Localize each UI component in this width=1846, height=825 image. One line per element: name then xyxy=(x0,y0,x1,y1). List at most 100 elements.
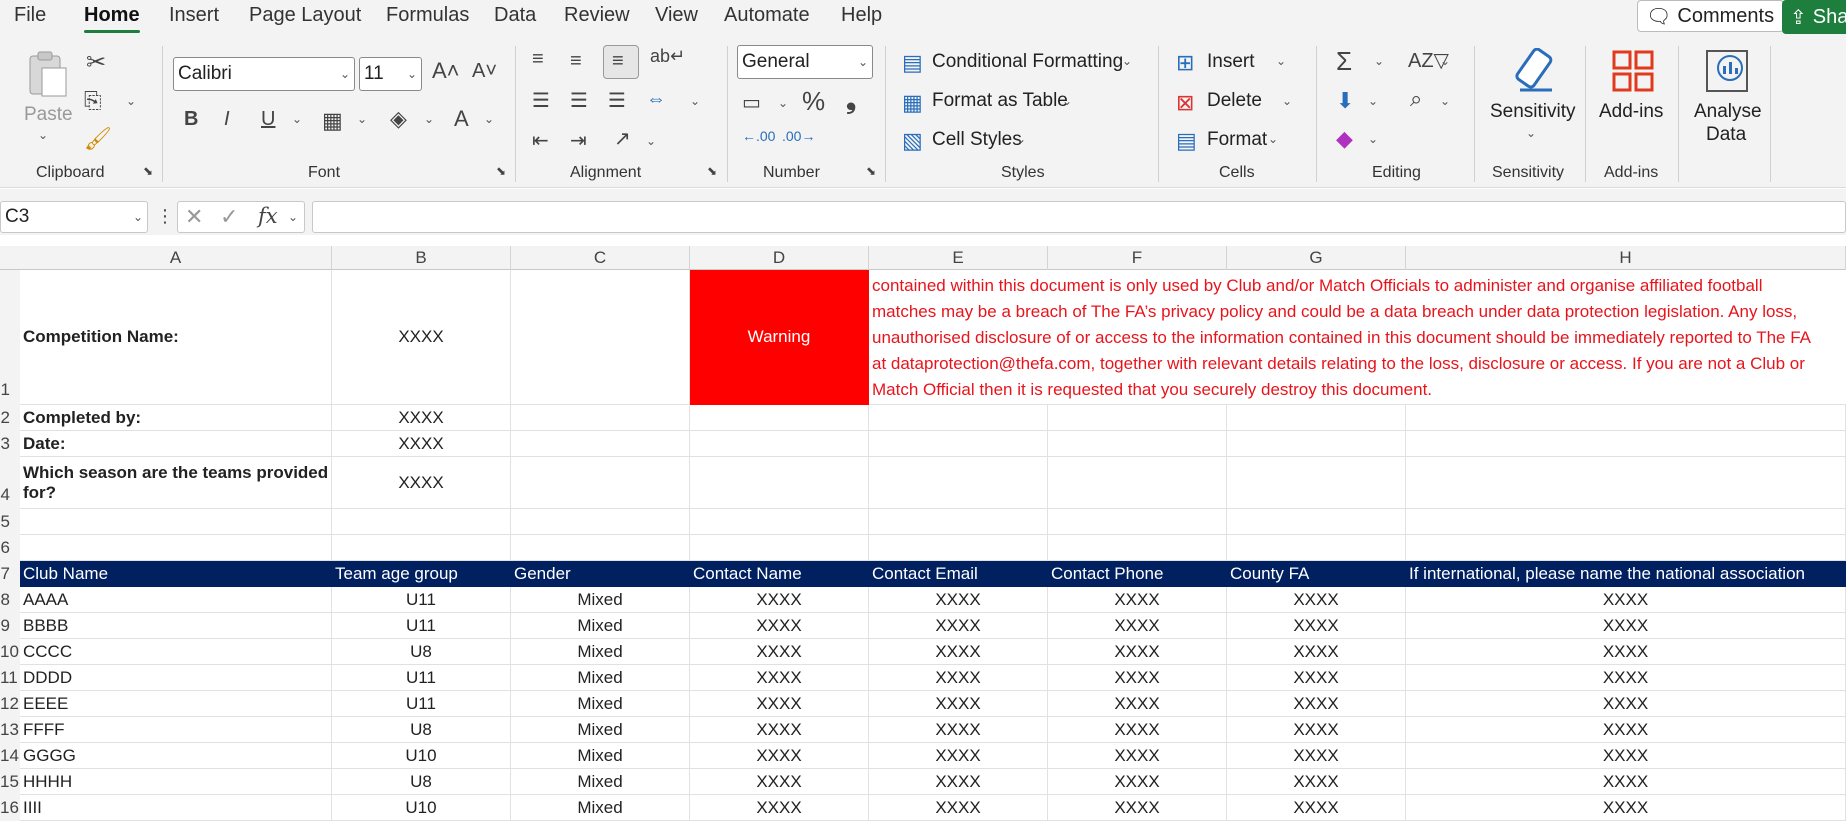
format-as-table-button[interactable]: Format as Table xyxy=(932,90,1068,112)
row-header[interactable]: 3 xyxy=(0,431,20,457)
table-cell[interactable]: XXXX xyxy=(1406,639,1846,665)
season-label[interactable]: Which season are the teams provided for? xyxy=(20,457,332,509)
empty-cell[interactable] xyxy=(1406,509,1846,535)
row-header[interactable]: 16 xyxy=(0,795,20,821)
delete-cells-button[interactable]: Delete xyxy=(1207,90,1262,112)
table-cell[interactable]: Mixed xyxy=(511,587,690,613)
table-header-cell[interactable]: Club Name xyxy=(20,561,332,587)
empty-cell[interactable] xyxy=(511,457,690,509)
empty-cell[interactable] xyxy=(511,405,690,431)
percent-icon[interactable]: % xyxy=(802,86,825,117)
align-left-icon[interactable]: ☰ xyxy=(532,88,550,113)
empty-cell[interactable] xyxy=(869,431,1048,457)
club-name-cell[interactable]: FFFF xyxy=(20,717,332,743)
name-box[interactable]: C3 ⌄ xyxy=(0,201,148,233)
column-header-f[interactable]: F xyxy=(1048,246,1227,270)
increase-decimal-icon[interactable]: ←.00 xyxy=(742,128,775,144)
formula-input[interactable] xyxy=(312,201,1846,233)
decrease-decimal-icon[interactable]: .00→ xyxy=(782,128,815,144)
completed-by-value[interactable]: XXXX xyxy=(332,405,511,431)
insert-function-icon[interactable]: fx xyxy=(258,204,278,228)
table-cell[interactable]: Mixed xyxy=(511,743,690,769)
table-header-cell[interactable]: County FA xyxy=(1227,561,1406,587)
italic-icon[interactable]: I xyxy=(224,108,230,131)
sensitivity-icon[interactable] xyxy=(1510,46,1562,98)
table-cell[interactable]: Mixed xyxy=(511,795,690,821)
table-cell[interactable]: U10 xyxy=(332,795,511,821)
align-middle-icon[interactable]: ≡ xyxy=(570,50,582,73)
table-cell[interactable]: XXXX xyxy=(690,587,869,613)
row-header[interactable]: 13 xyxy=(0,717,20,743)
copy-icon[interactable]: ⎘ xyxy=(84,88,102,114)
club-name-cell[interactable]: CCCC xyxy=(20,639,332,665)
row-header[interactable]: 6 xyxy=(0,535,20,561)
comments-button[interactable]: 🗨 Comments xyxy=(1637,0,1784,32)
chevron-down-icon[interactable]: ⌄ xyxy=(126,94,136,108)
insert-cells-icon[interactable]: ⊞ xyxy=(1176,50,1194,76)
empty-cell[interactable] xyxy=(690,405,869,431)
chevron-down-icon[interactable]: ⌄ xyxy=(357,112,367,126)
column-header-c[interactable]: C xyxy=(511,246,690,270)
comma-icon[interactable]: ❟ xyxy=(846,84,856,116)
chevron-down-icon[interactable]: ⌄ xyxy=(646,134,656,148)
empty-cell[interactable] xyxy=(511,431,690,457)
row-header[interactable]: 9 xyxy=(0,613,20,639)
table-cell[interactable]: XXXX xyxy=(869,691,1048,717)
table-cell[interactable]: Mixed xyxy=(511,639,690,665)
fill-icon[interactable]: ⬇ xyxy=(1336,88,1354,114)
table-cell[interactable]: XXXX xyxy=(1406,717,1846,743)
chevron-down-icon[interactable]: ⌄ xyxy=(1374,54,1384,68)
column-header-d[interactable]: D xyxy=(690,246,869,270)
empty-value[interactable] xyxy=(332,535,511,561)
chevron-down-icon[interactable]: ⌄ xyxy=(1268,132,1278,146)
warning-message[interactable]: contained within this document is only u… xyxy=(869,270,1846,405)
date-label[interactable]: Date: xyxy=(20,431,332,457)
table-cell[interactable]: Mixed xyxy=(511,769,690,795)
empty-cell[interactable] xyxy=(1227,457,1406,509)
chevron-down-icon[interactable]: ⌄ xyxy=(424,112,434,126)
table-cell[interactable]: XXXX xyxy=(690,639,869,665)
table-cell[interactable]: XXXX xyxy=(690,691,869,717)
chevron-down-icon[interactable]: ⌄ xyxy=(484,112,494,126)
empty-label[interactable] xyxy=(20,535,332,561)
font-name-select[interactable]: Calibri ⌄ xyxy=(173,57,355,91)
underline-icon[interactable]: U xyxy=(261,108,275,131)
table-cell[interactable]: Mixed xyxy=(511,691,690,717)
table-cell[interactable]: U8 xyxy=(332,639,511,665)
row-header[interactable]: 1 xyxy=(0,270,20,405)
chevron-down-icon[interactable]: ⌄ xyxy=(1368,94,1378,108)
format-cells-icon[interactable]: ▤ xyxy=(1176,128,1197,154)
chevron-down-icon[interactable]: ⌄ xyxy=(690,94,700,108)
column-header-a[interactable]: A xyxy=(20,246,332,270)
add-ins-button[interactable]: Add-ins xyxy=(1599,101,1663,123)
chevron-down-icon[interactable]: ⌄ xyxy=(778,96,788,110)
row-header[interactable]: 4 xyxy=(0,457,20,509)
table-cell[interactable]: Mixed xyxy=(511,613,690,639)
delete-cells-icon[interactable]: ⊠ xyxy=(1176,90,1194,116)
table-cell[interactable]: XXXX xyxy=(1227,639,1406,665)
dialog-launcher-icon[interactable]: ⬊ xyxy=(496,164,506,178)
row-header[interactable]: 14 xyxy=(0,743,20,769)
competition-name-value[interactable]: XXXX xyxy=(332,270,511,405)
club-name-cell[interactable]: GGGG xyxy=(20,743,332,769)
chevron-down-icon[interactable]: ⌄ xyxy=(1440,54,1450,68)
cell-styles-icon[interactable]: ▧ xyxy=(902,128,923,154)
table-header-cell[interactable]: Team age group xyxy=(332,561,511,587)
increase-font-icon[interactable]: A˄ xyxy=(432,58,460,84)
table-cell[interactable]: XXXX xyxy=(1227,691,1406,717)
empty-cell[interactable] xyxy=(690,431,869,457)
table-cell[interactable]: XXXX xyxy=(869,639,1048,665)
find-icon[interactable]: ⌕ xyxy=(1410,86,1422,112)
table-cell[interactable]: XXXX xyxy=(1227,743,1406,769)
club-name-cell[interactable]: IIII xyxy=(20,795,332,821)
paste-icon[interactable] xyxy=(22,50,72,100)
table-cell[interactable]: XXXX xyxy=(690,665,869,691)
table-cell[interactable]: XXXX xyxy=(1048,769,1227,795)
table-cell[interactable]: XXXX xyxy=(1406,613,1846,639)
chevron-down-icon[interactable]: ⌄ xyxy=(1282,94,1292,108)
menu-file[interactable]: File xyxy=(14,4,46,27)
column-header-b[interactable]: B xyxy=(332,246,511,270)
table-cell[interactable]: XXXX xyxy=(1048,717,1227,743)
table-cell[interactable]: XXXX xyxy=(690,743,869,769)
format-painter-icon[interactable]: 🖌 xyxy=(84,126,112,152)
